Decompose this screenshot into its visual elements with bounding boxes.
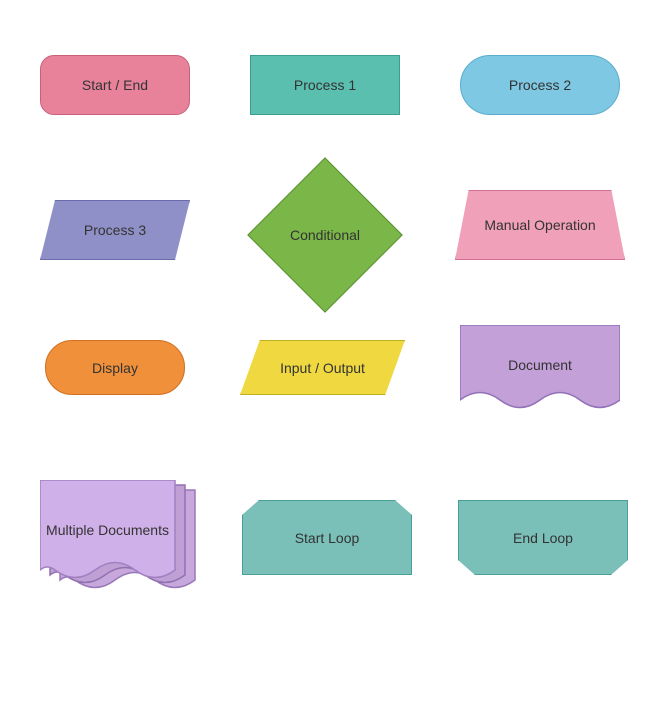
input-output-label: Input / Output bbox=[240, 340, 405, 395]
end-loop-wrapper[interactable]: End Loop bbox=[458, 500, 628, 575]
end-loop-label: End Loop bbox=[458, 500, 628, 575]
process1-shape[interactable]: Process 1 bbox=[250, 55, 400, 115]
process2-shape[interactable]: Process 2 bbox=[460, 55, 620, 115]
start-end-label: Start / End bbox=[82, 77, 148, 93]
conditional-wrapper[interactable]: Conditional bbox=[245, 165, 405, 305]
start-loop-label: Start Loop bbox=[242, 500, 412, 575]
input-output-wrapper[interactable]: Input / Output bbox=[240, 340, 405, 395]
multiple-documents-label: Multiple Documents bbox=[40, 490, 175, 570]
document-wrapper[interactable]: Document bbox=[460, 325, 620, 415]
document-label: Document bbox=[460, 325, 620, 405]
process3-shape[interactable]: Process 3 bbox=[40, 200, 190, 260]
end-loop-text: End Loop bbox=[513, 530, 573, 546]
start-loop-text: Start Loop bbox=[295, 530, 360, 546]
manual-operation-wrapper[interactable]: Manual Operation bbox=[455, 190, 625, 260]
manual-operation-label: Manual Operation bbox=[455, 190, 625, 260]
process2-label: Process 2 bbox=[509, 77, 571, 93]
start-end-shape[interactable]: Start / End bbox=[40, 55, 190, 115]
canvas: Start / End Process 1 Process 2 Process … bbox=[0, 0, 669, 704]
process1-label: Process 1 bbox=[294, 77, 356, 93]
document-text: Document bbox=[508, 357, 572, 373]
multiple-documents-text: Multiple Documents bbox=[46, 522, 169, 538]
display-label: Display bbox=[92, 360, 138, 376]
input-output-text: Input / Output bbox=[280, 360, 365, 376]
multiple-documents-wrapper[interactable]: Multiple Documents bbox=[40, 480, 215, 600]
conditional-label: Conditional bbox=[245, 165, 405, 305]
process3-label: Process 3 bbox=[84, 222, 146, 238]
manual-operation-text: Manual Operation bbox=[484, 217, 595, 233]
start-loop-wrapper[interactable]: Start Loop bbox=[242, 500, 412, 575]
display-shape[interactable]: Display bbox=[45, 340, 185, 395]
conditional-text: Conditional bbox=[290, 227, 360, 243]
